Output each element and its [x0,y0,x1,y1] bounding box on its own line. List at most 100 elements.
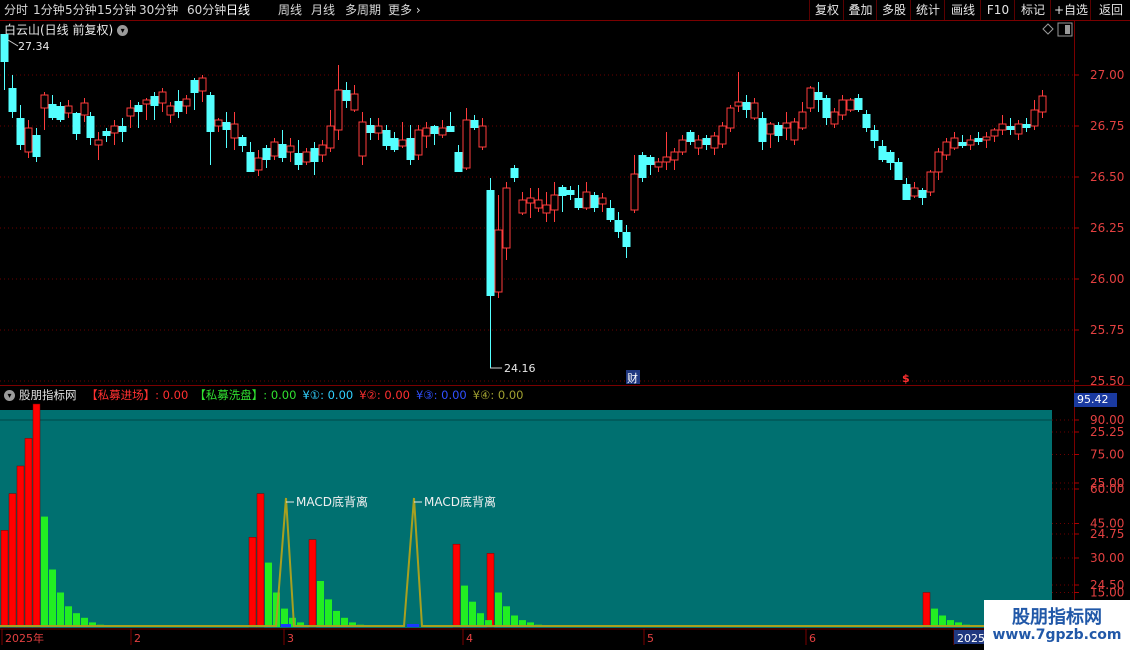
candle-body-down [150,96,159,106]
candle-body-down [406,138,415,160]
cai-marker-text: 财 [627,371,638,385]
candle-body-up [670,151,679,161]
candle-body-up [462,119,471,169]
candle-body-up [350,93,359,111]
candle-body-down [430,126,439,134]
candle-body-up [910,187,919,197]
bar-green [325,599,332,627]
macd-annotation-label: MACD底背离 [296,494,368,509]
price-tick-label: 26.50 [1090,170,1124,184]
candle-body-up [422,127,431,137]
indicator-tick-label: 75.00 [1090,448,1124,462]
candle-body-down [454,152,463,172]
candle-body-up [782,122,791,129]
candle-body-down [8,88,17,112]
candle-body-up [318,144,327,156]
bar-red [922,592,931,628]
bar-green [333,610,340,627]
indicator-param-1: 【私募洗盘】: 0.00 [194,388,297,402]
indicator-current-value: 95.42 [1074,393,1117,407]
bar-red [32,403,41,628]
candle-body-up [158,91,167,104]
indicator-name: 股朋指标网 [19,388,77,402]
watermark-title: 股朋指标网 [1012,607,1102,628]
candle-body-down [310,148,319,162]
candle-body-up [550,194,559,211]
main-right-border [1074,21,1075,628]
indicator-panel-bg [0,410,1052,628]
candle-body-up [734,101,743,107]
candle-body-up [166,105,175,116]
candle-body-up [94,139,103,146]
candle-body-up [414,129,423,156]
time-axis-label: 5 [647,632,654,645]
time-axis-label: 2025 [957,632,985,645]
candle-body-down [118,126,127,132]
bar-green [73,613,80,627]
candle-body-up [950,137,959,149]
blue-marker [407,624,419,627]
macd-annotation-label: MACD底背离 [424,494,496,509]
candle-body-up [142,99,151,105]
candle-body-down [702,138,711,145]
candle-body-down [814,92,823,100]
price-tick-label: 26.75 [1090,119,1124,133]
price-tick-label: 25.25 [1090,425,1124,439]
candle-body-up [806,87,815,109]
indicator-chart: 90.00 75.00 60.00 45.00 30.00 15.00 MACD底背离 MAC… [0,403,1130,650]
candle-body-up [398,139,407,147]
candle-body-down [342,90,351,101]
bar-green [461,585,468,627]
bar-red [248,537,257,628]
candle-body-up [438,127,447,136]
candle-body-up [582,191,591,209]
candle-body-up [374,125,383,134]
candle-body-down [742,102,751,110]
candle-body-up [694,139,703,149]
candle-body-down [622,232,631,247]
candle-body-down [102,131,111,136]
bar-red [0,530,9,628]
time-axis-label: 6 [809,632,816,645]
candle-body-down [470,120,479,128]
price-tick-label: 25.50 [1090,374,1124,388]
high-price-label: 27.34 [18,40,50,53]
candle-body-up [478,125,487,148]
bar-green [41,516,48,627]
price-tick-label: 26.00 [1090,272,1124,286]
candle-body-down [86,116,95,138]
candle-body-down [606,208,615,220]
indicator-tick-label: 90.00 [1090,413,1124,427]
chart-canvas: 27.00 26.75 26.50 26.25 26.00 25.75 25.50 25.25… [0,21,1130,650]
candle-body-up [598,197,607,205]
bar-green [503,606,510,627]
candle-body-up [214,119,223,127]
candle-body-down [886,152,895,163]
bar-green [469,601,476,627]
indicator-param-5: ¥④: 0.00 [472,388,524,402]
price-tick-label: 25.75 [1090,323,1124,337]
candle-body-up [654,161,663,168]
candle-body-down [246,152,255,172]
candle-body-up [254,157,263,171]
candle-body-down [0,34,9,62]
candle-body-up [24,127,33,153]
candle-body-down [686,132,695,142]
candle-body-up [934,151,943,173]
indicator-dropdown-icon[interactable]: ▾ [4,390,15,401]
high-marker-line [7,39,19,47]
candle-body-up [710,135,719,149]
candle-body-up [270,141,279,157]
bar-red [452,543,461,628]
indicator-param-4: ¥③: 0.00 [415,388,467,402]
indicator-param-0: 【私募进场】: 0.00 [86,388,189,402]
indicator-legend: ▾ 股朋指标网 【私募进场】: 0.00 【私募洗盘】: 0.00 ¥①: 0.00 ¥… [4,387,524,403]
candle-body-down [134,105,143,112]
bar-red [308,539,317,628]
candle-body-down [382,130,391,146]
candle-body-down [56,106,65,120]
indicator-param-3: ¥②: 0.00 [359,388,410,402]
candle-body-down [206,95,215,132]
candle-body-up [182,98,191,107]
indicator-param-2: ¥①: 0.00 [302,388,354,402]
